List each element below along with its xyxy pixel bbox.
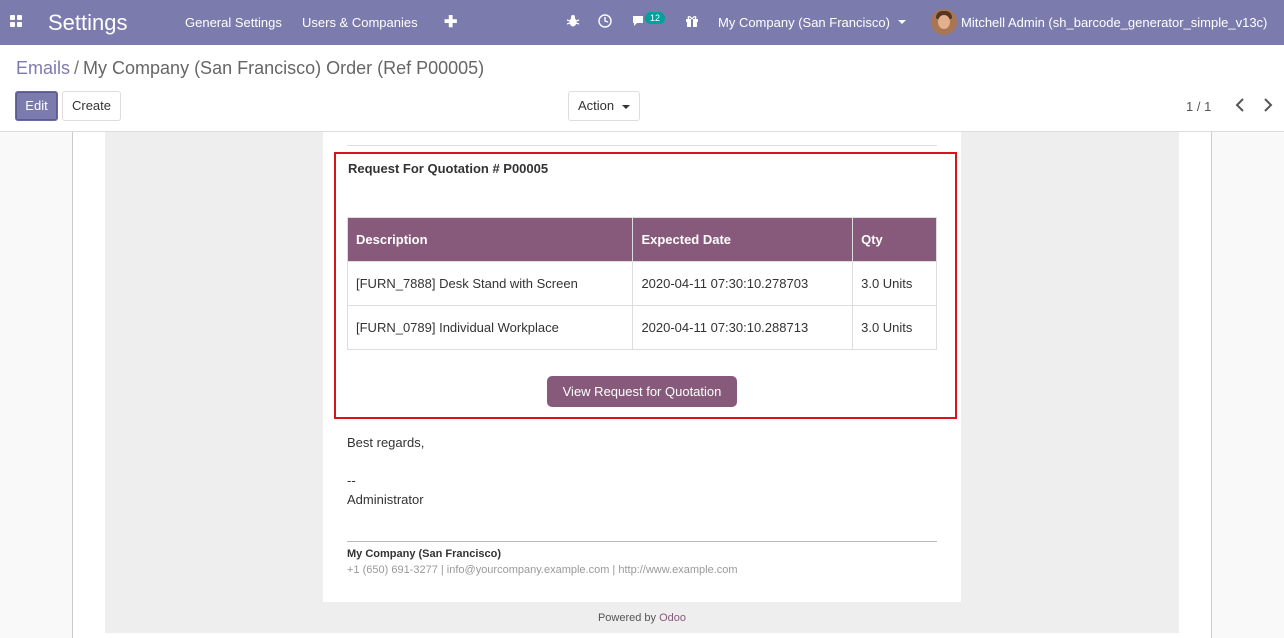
table-row: [FURN_7888] Desk Stand with Screen 2020-…: [346, 261, 937, 306]
cell-description: [FURN_7888] Desk Stand with Screen: [346, 261, 634, 306]
menu-users-companies[interactable]: Users & Companies: [302, 15, 418, 30]
messages-count-badge: 12: [645, 12, 666, 24]
footer-company: My Company (San Francisco): [347, 548, 502, 560]
plus-icon[interactable]: ✚: [444, 12, 457, 32]
form-content: Request For Quotation # P00005 Descripti…: [0, 132, 1284, 638]
chat-icon[interactable]: [632, 14, 646, 28]
cell-qty: 3.0 Units: [852, 305, 937, 350]
company-switcher[interactable]: My Company (San Francisco): [718, 15, 890, 30]
powered-by: Powered by Odoo: [0, 612, 1284, 624]
view-rfq-button[interactable]: View Request for Quotation: [547, 376, 737, 407]
app-title: Settings: [48, 10, 128, 35]
chevron-down-icon[interactable]: [898, 20, 906, 24]
create-button[interactable]: Create: [62, 91, 121, 121]
table-row: [FURN_0789] Individual Workplace 2020-04…: [346, 305, 937, 350]
user-menu[interactable]: Mitchell Admin (sh_barcode_generator_sim…: [961, 15, 1267, 30]
bug-icon[interactable]: [566, 14, 580, 28]
regards-text: Best regards,: [347, 435, 425, 450]
breadcrumb-current: My Company (San Francisco) Order (Ref P0…: [83, 58, 485, 78]
gift-icon[interactable]: [685, 14, 699, 28]
clock-icon[interactable]: [598, 14, 612, 28]
column-header-description: Description: [346, 217, 634, 262]
cell-expected-date: 2020-04-11 07:30:10.278703: [632, 261, 854, 306]
breadcrumb: Emails / My Company (San Francisco) Order …: [16, 58, 484, 79]
odoo-link[interactable]: Odoo: [659, 612, 686, 624]
column-header-qty: Qty: [852, 217, 937, 262]
cell-qty: 3.0 Units: [852, 261, 937, 306]
top-navbar: Settings General Settings Users & Compan…: [0, 0, 1284, 45]
breadcrumb-separator: /: [74, 58, 80, 78]
divider: [347, 145, 937, 146]
cell-description: [FURN_0789] Individual Workplace: [346, 305, 634, 350]
action-label: Action: [578, 98, 615, 113]
chevron-left-icon[interactable]: [1233, 97, 1247, 113]
column-header-expected-date: Expected Date: [632, 217, 854, 262]
powered-by-text: Powered by: [597, 612, 657, 624]
chevron-right-icon[interactable]: [1261, 97, 1275, 113]
avatar[interactable]: [931, 9, 957, 35]
control-panel: Emails / My Company (San Francisco) Order …: [0, 45, 1284, 132]
signature-name: Administrator: [347, 492, 424, 507]
rfq-title: Request For Quotation # P00005: [348, 161, 549, 176]
breadcrumb-emails-link[interactable]: Emails: [16, 58, 70, 78]
table-header-row: Description Expected Date Qty: [346, 217, 937, 262]
action-dropdown[interactable]: Action: [568, 91, 640, 121]
order-lines-table: Description Expected Date Qty [FURN_7888…: [346, 217, 937, 350]
pager-value[interactable]: 1 / 1: [1186, 99, 1211, 114]
menu-general-settings[interactable]: General Settings: [185, 15, 282, 30]
signature-separator: --: [347, 473, 356, 488]
apps-menu-icon[interactable]: [10, 15, 23, 28]
cell-expected-date: 2020-04-11 07:30:10.288713: [632, 305, 854, 350]
footer-divider: [347, 541, 937, 542]
edit-button[interactable]: Edit: [15, 91, 58, 121]
footer-contact: +1 (650) 691-3277 | info@yourcompany.exa…: [347, 564, 738, 576]
caret-down-icon: [622, 105, 630, 109]
